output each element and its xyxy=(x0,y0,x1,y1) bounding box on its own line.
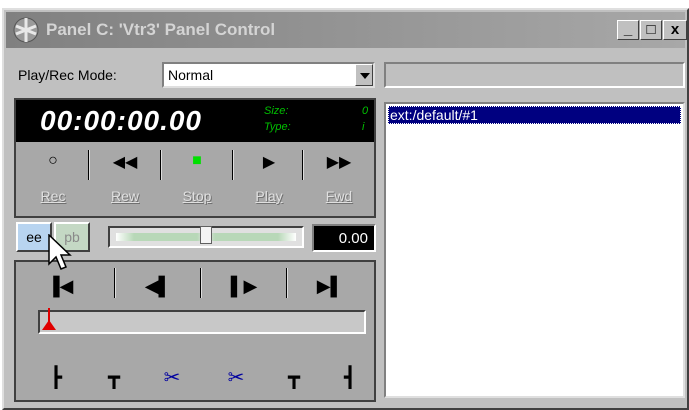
type-label: Type: xyxy=(264,121,291,133)
panel-control-window: Panel C: 'Vtr3' Panel Control _ □ x Play… xyxy=(2,8,689,410)
mode-label: Play/Rec Mode: xyxy=(18,67,117,83)
size-label: Size: xyxy=(264,105,289,117)
play-icon: ▶ xyxy=(262,154,276,171)
set-in-button[interactable]: ┳ xyxy=(102,362,126,394)
maximize-button[interactable]: □ xyxy=(640,20,662,40)
stop-square-icon: ■ xyxy=(192,152,202,169)
set-in-icon: ┳ xyxy=(107,367,121,389)
mark-out-icon: ┫ xyxy=(343,367,357,389)
fwd-label: Fwd xyxy=(325,188,353,204)
timecode-value: 00:00:00.00 xyxy=(40,105,203,136)
rew-label: Rew xyxy=(110,188,139,204)
mark-in-icon: ┣ xyxy=(49,367,63,389)
jog-thumb[interactable] xyxy=(200,226,212,244)
cut-out-button[interactable]: ✂ xyxy=(224,362,248,394)
scissors-icon: ✂ xyxy=(163,367,181,389)
goto-start-icon: ▐◀ xyxy=(46,276,74,296)
ee-button[interactable]: ee xyxy=(16,222,52,252)
record-circle-icon: ○ xyxy=(48,152,58,169)
play-label: Play xyxy=(255,188,283,204)
play-button[interactable]: ▶ Play xyxy=(234,146,304,216)
speed-readout: 0.00 xyxy=(312,224,376,252)
playhead-marker-icon[interactable] xyxy=(42,320,56,330)
stop-label: Stop xyxy=(182,188,212,204)
title-bar[interactable]: Panel C: 'Vtr3' Panel Control _ □ x xyxy=(6,12,687,48)
set-out-button[interactable]: ┳ xyxy=(282,362,306,394)
minimize-button[interactable]: _ xyxy=(617,20,639,40)
cut-in-button[interactable]: ✂ xyxy=(160,362,184,394)
rew-button[interactable]: ◀◀ Rew xyxy=(90,146,160,216)
goto-start-button[interactable]: ▐◀ xyxy=(18,270,102,304)
close-button[interactable]: x xyxy=(663,20,687,40)
step-forward-button[interactable]: ▌▶ xyxy=(202,270,286,304)
list-item[interactable]: ext:/default/#1 xyxy=(388,106,681,124)
goto-end-button[interactable]: ▶▌ xyxy=(288,270,372,304)
step-forward-icon: ▌▶ xyxy=(230,276,258,296)
set-out-icon: ┳ xyxy=(287,367,301,389)
step-back-button[interactable]: ◀▌ xyxy=(116,270,200,304)
mode-selected-value: Normal xyxy=(168,67,214,83)
size-value: 0 xyxy=(362,105,369,117)
goto-end-icon: ▶▌ xyxy=(316,276,344,296)
rec-button[interactable]: ○ Rec xyxy=(18,146,88,216)
mark-out-button[interactable]: ┫ xyxy=(338,362,362,394)
stop-button[interactable]: ■ Stop xyxy=(162,146,232,216)
mark-in-button[interactable]: ┣ xyxy=(44,362,68,394)
dropdown-arrow-icon[interactable] xyxy=(355,64,373,86)
edit-panel: ▐◀ ◀▌ ▌▶ ▶▌ ┣ ┳ ✂ ✂ ┳ ┫ xyxy=(14,260,376,402)
rewind-icon: ◀◀ xyxy=(112,154,138,171)
jog-slider[interactable] xyxy=(108,226,304,248)
app-globe-icon xyxy=(13,17,39,43)
mode-dropdown[interactable]: Normal xyxy=(162,62,375,88)
rec-label: Rec xyxy=(40,188,66,204)
step-back-icon: ◀▌ xyxy=(144,276,172,296)
clip-list[interactable]: ext:/default/#1 xyxy=(384,102,685,398)
scissors-icon: ✂ xyxy=(227,367,245,389)
position-scrubber[interactable] xyxy=(38,308,366,334)
mouse-cursor-icon xyxy=(48,234,72,270)
transport-panel: 00:00:00.00 Size: 0 Type: i ○ Rec ◀◀ Rew… xyxy=(14,98,376,218)
timecode-display: 00:00:00.00 Size: 0 Type: i xyxy=(16,100,374,142)
fwd-button[interactable]: ▶▶ Fwd xyxy=(304,146,374,216)
status-field xyxy=(384,62,685,88)
window-title: Panel C: 'Vtr3' Panel Control xyxy=(46,20,276,39)
type-value: i xyxy=(362,121,365,133)
transport-controls: ○ Rec ◀◀ Rew ■ Stop ▶ Play ▶▶ Fwd xyxy=(16,146,374,216)
fast-forward-icon: ▶▶ xyxy=(326,154,352,171)
